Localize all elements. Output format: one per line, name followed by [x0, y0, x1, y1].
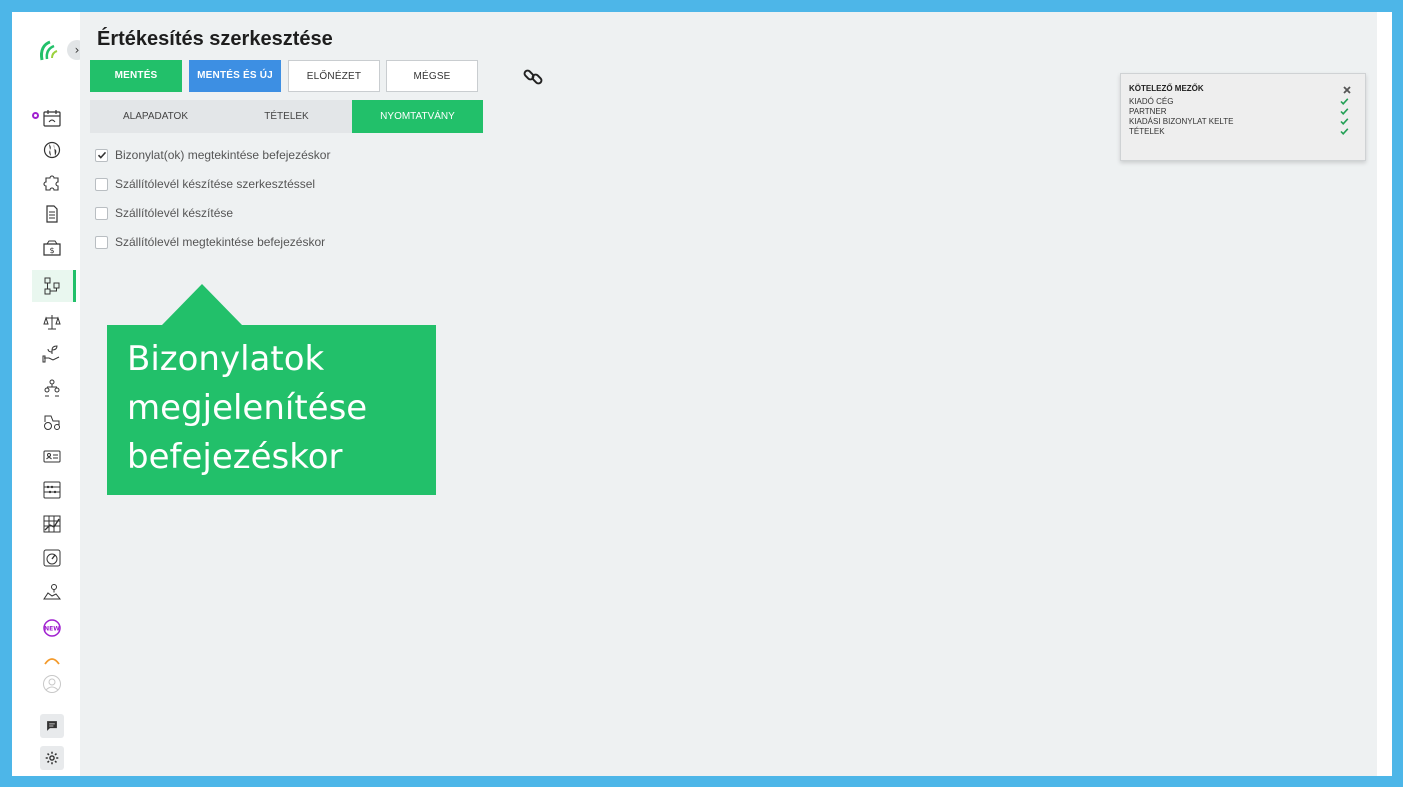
- tab-nyomtatvany[interactable]: NYOMTATVÁNY: [352, 100, 483, 133]
- map-pin-icon[interactable]: [40, 580, 64, 604]
- checkbox[interactable]: [95, 177, 108, 191]
- app-logo-icon[interactable]: [36, 36, 66, 66]
- tab-tetelek[interactable]: TÉTELEK: [221, 100, 352, 133]
- app-frame: › $ NEW Értékesítés szerkesztése MENTÉS …: [12, 12, 1392, 776]
- notification-dot: [32, 112, 39, 119]
- checkbox[interactable]: [95, 235, 108, 249]
- option-label: Szállítólevél készítése: [115, 206, 234, 220]
- invoice-icon[interactable]: $: [40, 236, 64, 260]
- save-button[interactable]: MENTÉS: [90, 60, 182, 92]
- check-icon: [1340, 108, 1349, 115]
- option-row[interactable]: Bizonylat(ok) megtekintése befejezéskor: [95, 148, 330, 162]
- save-and-new-button[interactable]: MENTÉS ÉS ÚJ: [189, 60, 281, 92]
- gear-icon[interactable]: [40, 746, 64, 770]
- document-icon[interactable]: [40, 202, 64, 226]
- required-field-item: PARTNER: [1129, 107, 1357, 117]
- option-label: Szállítólevél megtekintése befejezéskor: [115, 235, 326, 249]
- grid-chart-icon[interactable]: [40, 512, 64, 536]
- option-row[interactable]: Szállítólevél készítése: [95, 206, 233, 220]
- chat-icon[interactable]: [40, 714, 64, 738]
- main-content: Értékesítés szerkesztése MENTÉS MENTÉS É…: [80, 12, 1377, 776]
- tab-bar: ALAPADATOK TÉTELEK NYOMTATVÁNY: [90, 100, 483, 133]
- new-badge-label: NEW: [44, 626, 60, 633]
- scale-icon[interactable]: [40, 310, 64, 334]
- id-card-icon[interactable]: [40, 444, 64, 468]
- required-fields-panel: KÖTELEZŐ MEZŐK KIADÓ CÉG PARTNER KIADÁSI…: [1120, 73, 1366, 161]
- new-badge-icon[interactable]: NEW: [40, 616, 64, 640]
- close-icon[interactable]: [1343, 86, 1351, 94]
- tab-alapadatok[interactable]: ALAPADATOK: [90, 100, 221, 133]
- user-avatar-icon[interactable]: [40, 672, 64, 696]
- option-label: Bizonylat(ok) megtekintése befejezéskor: [115, 148, 331, 162]
- calendar-icon[interactable]: [40, 106, 64, 130]
- link-icon[interactable]: [522, 66, 544, 88]
- tutorial-callout: Bizonylatok megjelenítése befejezéskor: [107, 325, 436, 495]
- preview-button[interactable]: ELŐNÉZET: [288, 60, 380, 92]
- option-row[interactable]: Szállítólevél megtekintése befejezéskor: [95, 235, 325, 249]
- arc-icon[interactable]: [40, 648, 64, 672]
- page-title: Értékesítés szerkesztése: [97, 28, 333, 50]
- required-field-item: KIADÁSI BIZONYLAT KELTE: [1129, 117, 1357, 127]
- puzzle-icon[interactable]: [40, 170, 64, 194]
- gauge-icon[interactable]: [40, 546, 64, 570]
- cancel-button[interactable]: MÉGSE: [386, 60, 478, 92]
- required-fields-title: KÖTELEZŐ MEZŐK: [1129, 84, 1204, 93]
- option-row[interactable]: Szállítólevél készítése szerkesztéssel: [95, 177, 315, 191]
- required-field-item: KIADÓ CÉG: [1129, 97, 1357, 107]
- workflow-icon[interactable]: [40, 274, 64, 298]
- required-field-item: TÉTELEK: [1129, 127, 1357, 137]
- option-label: Szállítólevél készítése szerkesztéssel: [115, 177, 316, 191]
- tractor-icon[interactable]: [40, 410, 64, 434]
- globe-icon[interactable]: [40, 138, 64, 162]
- callout-arrow: [162, 284, 242, 325]
- plant-hand-icon[interactable]: [40, 342, 64, 366]
- check-icon: [97, 151, 106, 159]
- checkbox-checked[interactable]: [95, 148, 108, 162]
- check-icon: [1340, 118, 1349, 125]
- check-icon: [1340, 128, 1349, 135]
- checkbox[interactable]: [95, 206, 108, 220]
- required-fields-list: KIADÓ CÉG PARTNER KIADÁSI BIZONYLAT KELT…: [1129, 97, 1357, 137]
- check-icon: [1340, 98, 1349, 105]
- svg-text:$: $: [49, 246, 54, 255]
- hierarchy-icon[interactable]: [40, 376, 64, 400]
- sidebar: › $ NEW: [12, 12, 87, 776]
- abacus-icon[interactable]: [40, 478, 64, 502]
